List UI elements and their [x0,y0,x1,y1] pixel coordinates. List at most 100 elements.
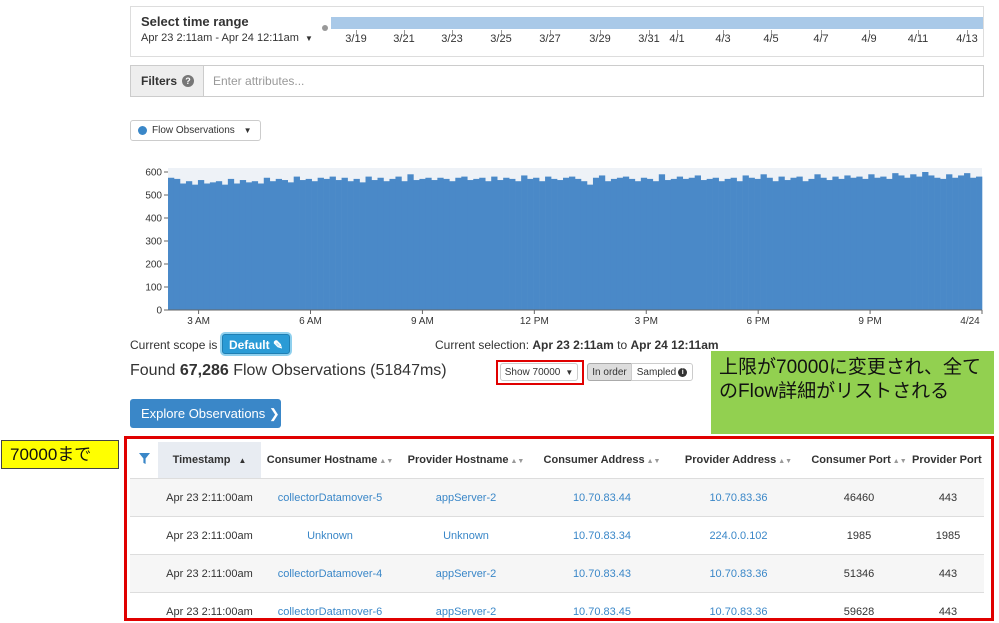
histogram-bar[interactable] [467,180,474,310]
histogram-bar[interactable] [359,182,366,310]
histogram-bar[interactable] [509,178,516,310]
histogram-bar[interactable] [958,175,965,310]
histogram-bar[interactable] [527,178,534,310]
histogram-bar[interactable] [491,176,498,310]
histogram-bar[interactable] [383,181,390,310]
histogram-bar[interactable] [664,180,672,310]
histogram-bar[interactable] [227,178,235,310]
time-range-dropdown[interactable]: Apr 23 2:11am - Apr 24 12:11am ▼ [141,32,313,44]
histogram-bar[interactable] [892,173,899,310]
histogram-bar[interactable] [976,176,983,310]
flow-histogram[interactable]: 0 100 200 300 400 500 600 3 AM 6 AM 9 AM 12 PM 3 PM… [130,160,985,330]
histogram-bar[interactable] [203,183,211,311]
histogram-bar[interactable] [700,180,707,310]
histogram-bar[interactable] [724,178,731,310]
histogram-bar[interactable] [946,174,953,310]
histogram-bar[interactable] [485,181,492,310]
histogram-bar[interactable] [263,177,271,310]
histogram-bar[interactable] [251,181,259,310]
histogram-bar[interactable] [179,183,187,311]
explore-observations-button[interactable]: Explore Observations ❯ [130,399,281,428]
histogram-bar[interactable] [874,177,881,310]
histogram-bar[interactable] [557,180,564,310]
time-range-slider[interactable] [331,16,983,29]
histogram-bar[interactable] [431,180,438,310]
histogram-bar[interactable] [748,177,755,310]
histogram-bar[interactable] [856,176,863,310]
histogram-bar[interactable] [323,178,330,310]
histogram-bar[interactable] [551,178,558,310]
histogram-bar[interactable] [233,183,241,311]
histogram-bar[interactable] [814,174,821,310]
histogram-bar[interactable] [826,180,833,310]
histogram-bar[interactable] [377,177,384,310]
histogram-bar[interactable] [952,177,959,310]
histogram-bar[interactable] [796,176,803,310]
histogram-bar[interactable] [688,177,696,310]
histogram-bar[interactable] [916,176,923,310]
histogram-bar[interactable] [610,178,618,310]
sampled-toggle[interactable]: Sampled i [631,363,693,381]
filters-input[interactable] [203,66,983,96]
histogram-bar[interactable] [778,176,785,310]
histogram-bar[interactable] [287,182,294,310]
histogram-bar[interactable] [257,183,265,311]
histogram-bar[interactable] [443,178,450,310]
histogram-bar[interactable] [766,177,773,310]
histogram-bar[interactable] [850,177,857,310]
histogram-bar[interactable] [718,181,725,310]
histogram-bar[interactable] [449,181,456,310]
histogram-bar[interactable] [539,181,546,310]
histogram-bar[interactable] [317,177,324,310]
histogram-bar[interactable] [922,172,929,310]
histogram-bar[interactable] [730,177,737,310]
histogram-bar[interactable] [712,177,719,310]
histogram-bar[interactable] [413,180,420,310]
help-icon[interactable]: ? [182,75,194,87]
histogram-bar[interactable] [437,177,444,310]
histogram-bar[interactable] [329,176,336,310]
histogram-bar[interactable] [575,178,582,310]
histogram-bar[interactable] [395,176,402,310]
histogram-bar[interactable] [401,181,408,310]
histogram-bar[interactable] [598,175,606,310]
histogram-bar[interactable] [353,178,360,310]
histogram-bar[interactable] [173,178,181,310]
histogram-bar[interactable] [455,177,462,310]
histogram-bar[interactable] [545,176,552,310]
histogram-bar[interactable] [820,177,827,310]
histogram-bar[interactable] [940,178,947,310]
histogram-bar[interactable] [694,175,701,310]
histogram-bar[interactable] [682,178,690,310]
histogram-bar[interactable] [239,180,247,310]
histogram-bar[interactable] [808,178,815,310]
histogram-bar[interactable] [832,176,839,310]
histogram-bar[interactable] [365,176,372,310]
dataset-dropdown[interactable]: Flow Observations ▼ [130,120,261,141]
time-slider-handle[interactable] [322,25,328,31]
histogram-bar[interactable] [209,182,217,310]
histogram-bar[interactable] [772,181,779,310]
histogram-bar[interactable] [742,175,749,310]
histogram-bar[interactable] [736,181,743,310]
histogram-bar[interactable] [904,177,911,310]
histogram-bar[interactable] [586,184,594,310]
histogram-bar[interactable] [185,181,193,310]
histogram-bar[interactable] [898,175,905,310]
histogram-bar[interactable] [838,178,845,310]
histogram-bar[interactable] [299,180,306,310]
histogram-bar[interactable] [371,180,378,310]
histogram-bar[interactable] [341,177,348,310]
histogram-bar[interactable] [844,175,851,310]
histogram-bar[interactable] [928,175,935,310]
histogram-bar[interactable] [335,180,342,310]
histogram-bar[interactable] [652,181,660,310]
histogram-bar[interactable] [784,180,791,310]
histogram-bar[interactable] [281,180,289,310]
histogram-bar[interactable] [592,177,600,310]
histogram-bar[interactable] [646,178,654,310]
histogram-bar[interactable] [580,181,588,310]
histogram-bar[interactable] [628,178,636,310]
histogram-bar[interactable] [473,178,480,310]
histogram-bar[interactable] [533,177,540,310]
